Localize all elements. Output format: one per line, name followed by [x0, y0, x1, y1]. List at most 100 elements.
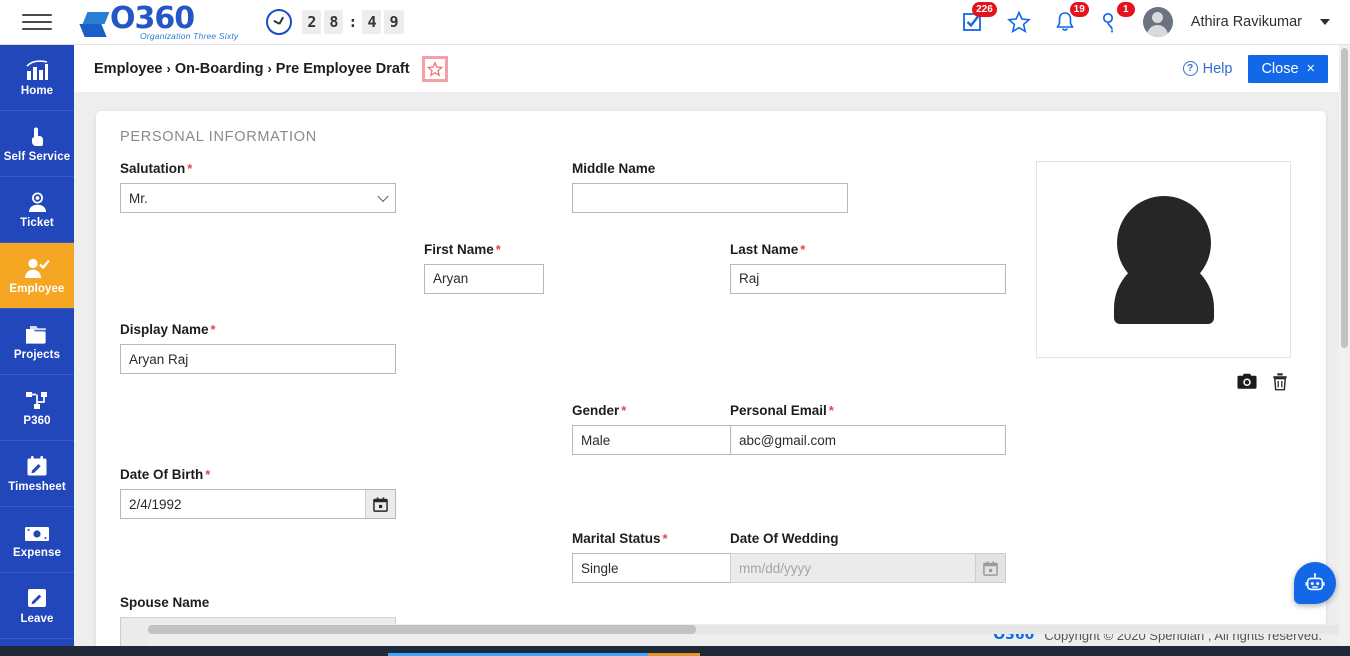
sidebar-label: P360: [23, 415, 50, 427]
chatbot-launcher-button[interactable]: [1294, 562, 1336, 604]
breadcrumb-item-pre-employee-draft[interactable]: Pre Employee Draft: [276, 61, 410, 77]
bell-badge-count: 19: [1070, 2, 1089, 17]
money-bill-icon: [24, 521, 50, 543]
header-right-cluster: 226 19 1: [959, 7, 1330, 37]
close-button[interactable]: Close ×: [1248, 55, 1328, 83]
first-name-input[interactable]: Aryan: [424, 264, 544, 294]
breadcrumb-item-onboarding[interactable]: On-Boarding: [175, 61, 264, 77]
user-check-icon: [24, 257, 50, 279]
photo-action-bar: [1036, 372, 1291, 391]
gender-value: Male: [581, 433, 610, 448]
field-first-name: First Name* Aryan: [424, 242, 700, 311]
sidebar-label: Employee: [9, 283, 64, 295]
folders-icon: [25, 323, 49, 345]
hand-pointer-icon: [26, 125, 48, 147]
trash-icon[interactable]: [1271, 372, 1289, 391]
personal-information-card: PERSONAL INFORMATION Salutation* Mr. Fir…: [96, 111, 1326, 656]
sidebar-label: Self Service: [4, 151, 70, 163]
sidebar-item-expense[interactable]: Expense: [0, 507, 74, 573]
field-salutation: Salutation* Mr.: [120, 161, 396, 230]
close-icon: ×: [1307, 61, 1315, 77]
form-scroll-area[interactable]: PERSONAL INFORMATION Salutation* Mr. Fir…: [74, 92, 1350, 656]
last-name-input[interactable]: Raj: [730, 264, 1006, 294]
robot-assistant-icon: [1304, 572, 1326, 594]
section-title-personal: PERSONAL INFORMATION: [120, 129, 1302, 145]
chevron-down-icon: [377, 191, 388, 202]
sidebar-label: Timesheet: [8, 481, 66, 493]
display-name-value: Aryan Raj: [129, 352, 188, 367]
taskbar-segment-dark: [0, 646, 388, 656]
timer-digit-2: 8: [324, 10, 343, 34]
help-label: Help: [1203, 61, 1233, 77]
taskbar-segment-active: [388, 646, 648, 656]
star-outline-icon[interactable]: [422, 56, 448, 82]
pencil-square-icon: [26, 587, 48, 609]
avatar[interactable]: [1143, 7, 1173, 37]
calendar-icon[interactable]: [975, 554, 1005, 582]
help-query-icon[interactable]: 1: [1097, 8, 1125, 36]
field-label: Display Name*: [120, 322, 396, 337]
salutation-value: Mr.: [129, 191, 148, 206]
sidebar-item-leave[interactable]: Leave: [0, 573, 74, 639]
session-timer: 2 8 : 4 9: [266, 9, 403, 35]
personal-email-input[interactable]: abc@gmail.com: [730, 425, 1006, 455]
timer-digit-1: 2: [302, 10, 321, 34]
field-date-of-wedding: Date Of Wedding mm/dd/yyyy: [730, 531, 1006, 583]
field-middle-name: Middle Name: [572, 161, 848, 230]
page-actions: ? Help Close ×: [1183, 55, 1328, 83]
chart-bars-icon: [25, 59, 49, 81]
field-label: Last Name*: [730, 242, 1006, 257]
taskbar-segment-highlight: [648, 646, 700, 656]
sidebar-item-timesheet[interactable]: Timesheet: [0, 441, 74, 507]
chevron-down-icon[interactable]: [1320, 19, 1330, 25]
camera-icon[interactable]: [1237, 372, 1257, 391]
user-name-label: Athira Ravikumar: [1191, 14, 1302, 30]
timer-digit-3: 4: [362, 10, 381, 34]
horizontal-scrollbar-thumb[interactable]: [148, 625, 696, 634]
application-window: O360 Organization Three Sixty 2 8 : 4 9 …: [0, 0, 1350, 656]
vertical-scrollbar-thumb[interactable]: [1341, 48, 1348, 348]
app-logo[interactable]: O360 Organization Three Sixty: [82, 4, 238, 41]
hamburger-menu-icon[interactable]: [22, 10, 54, 34]
sidebar-item-ticket[interactable]: Ticket: [0, 177, 74, 243]
field-label: Middle Name: [572, 161, 848, 176]
breadcrumb-item-employee[interactable]: Employee: [94, 61, 163, 77]
personal-info-grid: Salutation* Mr. First Name* Aryan M: [120, 161, 1302, 647]
middle-name-input[interactable]: [572, 183, 848, 213]
tasks-checkbox-icon[interactable]: 226: [959, 8, 987, 36]
breadcrumb-separator: ›: [167, 61, 171, 76]
logo-tagline: Organization Three Sixty: [140, 31, 238, 41]
salutation-select[interactable]: Mr.: [120, 183, 396, 213]
sidebar-item-p360[interactable]: P360: [0, 375, 74, 441]
display-name-input[interactable]: Aryan Raj: [120, 344, 396, 374]
sidebar-item-home[interactable]: Home: [0, 45, 74, 111]
help-link[interactable]: ? Help: [1183, 61, 1233, 77]
field-label: Salutation*: [120, 161, 396, 176]
hamburger-line: [22, 28, 52, 30]
star-favorites-icon[interactable]: [1005, 8, 1033, 36]
breadcrumb-bar: Employee › On-Boarding › Pre Employee Dr…: [74, 45, 1350, 92]
sidebar-item-self-service[interactable]: Self Service: [0, 111, 74, 177]
field-label: Spouse Name: [120, 595, 396, 610]
sidebar-label: Projects: [14, 349, 60, 361]
question-mark-icon: ?: [1183, 61, 1198, 76]
date-of-wedding-input[interactable]: mm/dd/yyyy: [730, 553, 1006, 583]
support-agent-icon: [26, 191, 49, 213]
sidebar-item-employee[interactable]: Employee: [0, 243, 74, 309]
logo-text: O360: [110, 4, 238, 34]
main-content: Employee › On-Boarding › Pre Employee Dr…: [74, 45, 1350, 656]
date-of-birth-input[interactable]: 2/4/1992: [120, 489, 396, 519]
field-label: Personal Email*: [730, 403, 1006, 418]
bell-notification-icon[interactable]: 19: [1051, 8, 1079, 36]
field-display-name: Display Name* Aryan Raj: [120, 322, 396, 391]
horizontal-scrollbar-track[interactable]: [148, 625, 1339, 634]
user-silhouette-icon: [1114, 196, 1214, 324]
field-date-of-birth: Date Of Birth* 2/4/1992: [120, 467, 396, 519]
sidebar-label: Leave: [20, 613, 53, 625]
dob-value: 2/4/1992: [129, 497, 182, 512]
sidebar-item-projects[interactable]: Projects: [0, 309, 74, 375]
calendar-icon[interactable]: [365, 490, 395, 518]
close-label: Close: [1261, 61, 1298, 77]
employee-photo-placeholder: [1036, 161, 1291, 358]
os-taskbar: [0, 646, 1350, 656]
